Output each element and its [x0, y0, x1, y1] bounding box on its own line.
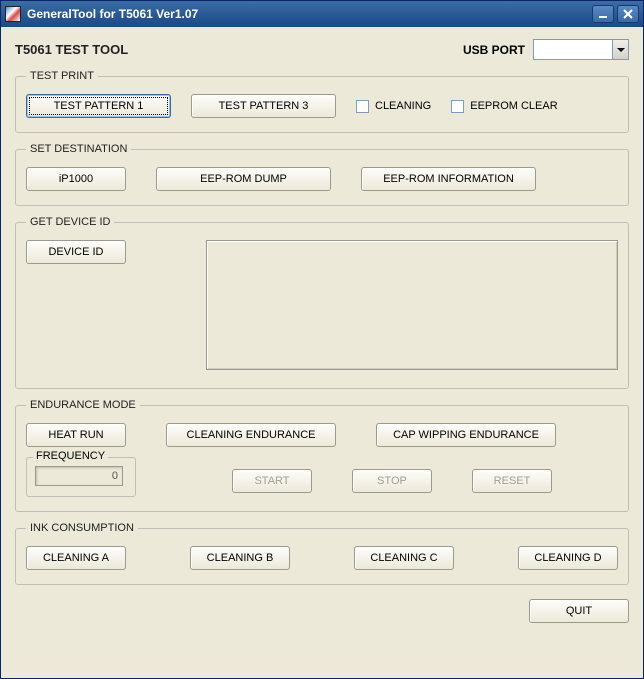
test-print-legend: TEST PRINT — [26, 70, 98, 82]
stop-button[interactable]: STOP — [352, 469, 432, 493]
minimize-button[interactable] — [592, 5, 614, 23]
endurance-mode-legend: ENDURANCE MODE — [26, 399, 140, 411]
set-destination-legend: SET DESTINATION — [26, 143, 131, 155]
close-icon — [623, 9, 633, 19]
eeprom-dump-button[interactable]: EEP-ROM DUMP — [156, 167, 331, 191]
start-button[interactable]: START — [232, 469, 312, 493]
ink-consumption-legend: INK CONSUMPTION — [26, 522, 138, 534]
app-window: GeneralTool for T5061 Ver1.07 T5061 TEST… — [0, 0, 644, 679]
test-pattern-1-button[interactable]: TEST PATTERN 1 — [26, 94, 171, 118]
cleaning-b-button[interactable]: CLEANING B — [190, 546, 290, 570]
usb-port-select[interactable] — [533, 39, 629, 60]
titlebar: GeneralTool for T5061 Ver1.07 — [1, 1, 643, 27]
usb-port-label: USB PORT — [463, 43, 525, 57]
frequency-input[interactable] — [35, 466, 123, 486]
cleaning-checkbox-label: CLEANING — [375, 100, 431, 112]
window-title: GeneralTool for T5061 Ver1.07 — [27, 7, 198, 21]
endurance-mode-group: ENDURANCE MODE HEAT RUN CLEANING ENDURAN… — [15, 399, 629, 512]
app-icon — [5, 6, 21, 22]
reset-button[interactable]: RESET — [472, 469, 552, 493]
checkbox-icon — [356, 100, 369, 113]
eeprom-clear-checkbox-label: EEPROM CLEAR — [470, 100, 557, 112]
checkbox-icon — [451, 100, 464, 113]
frequency-label: FREQUENCY — [33, 450, 108, 462]
tool-title: T5061 TEST TOOL — [15, 42, 128, 57]
cleaning-a-button[interactable]: CLEANING A — [26, 546, 126, 570]
get-device-id-legend: GET DEVICE ID — [26, 216, 114, 228]
cleaning-c-button[interactable]: CLEANING C — [354, 546, 454, 570]
close-button[interactable] — [617, 5, 639, 23]
get-device-id-group: GET DEVICE ID DEVICE ID — [15, 216, 629, 389]
minimize-icon — [598, 9, 608, 19]
ink-consumption-group: INK CONSUMPTION CLEANING A CLEANING B CL… — [15, 522, 629, 585]
heat-run-button[interactable]: HEAT RUN — [26, 423, 126, 447]
client-area: T5061 TEST TOOL USB PORT TEST PRINT TEST… — [5, 31, 639, 674]
cap-wipping-endurance-button[interactable]: CAP WIPPING ENDURANCE — [376, 423, 556, 447]
test-pattern-3-button[interactable]: TEST PATTERN 3 — [191, 94, 336, 118]
quit-button[interactable]: QUIT — [529, 599, 629, 623]
test-print-group: TEST PRINT TEST PATTERN 1 TEST PATTERN 3… — [15, 70, 629, 133]
cleaning-checkbox[interactable]: CLEANING — [356, 100, 431, 113]
eeprom-clear-checkbox[interactable]: EEPROM CLEAR — [451, 100, 557, 113]
frequency-group: FREQUENCY — [26, 457, 136, 497]
cleaning-endurance-button[interactable]: CLEANING ENDURANCE — [166, 423, 336, 447]
ip1000-button[interactable]: iP1000 — [26, 167, 126, 191]
device-id-button[interactable]: DEVICE ID — [26, 240, 126, 264]
device-id-output-panel — [206, 240, 618, 370]
eeprom-info-button[interactable]: EEP-ROM INFORMATION — [361, 167, 536, 191]
cleaning-d-button[interactable]: CLEANING D — [518, 546, 618, 570]
set-destination-group: SET DESTINATION iP1000 EEP-ROM DUMP EEP-… — [15, 143, 629, 206]
chevron-down-icon — [612, 40, 628, 59]
